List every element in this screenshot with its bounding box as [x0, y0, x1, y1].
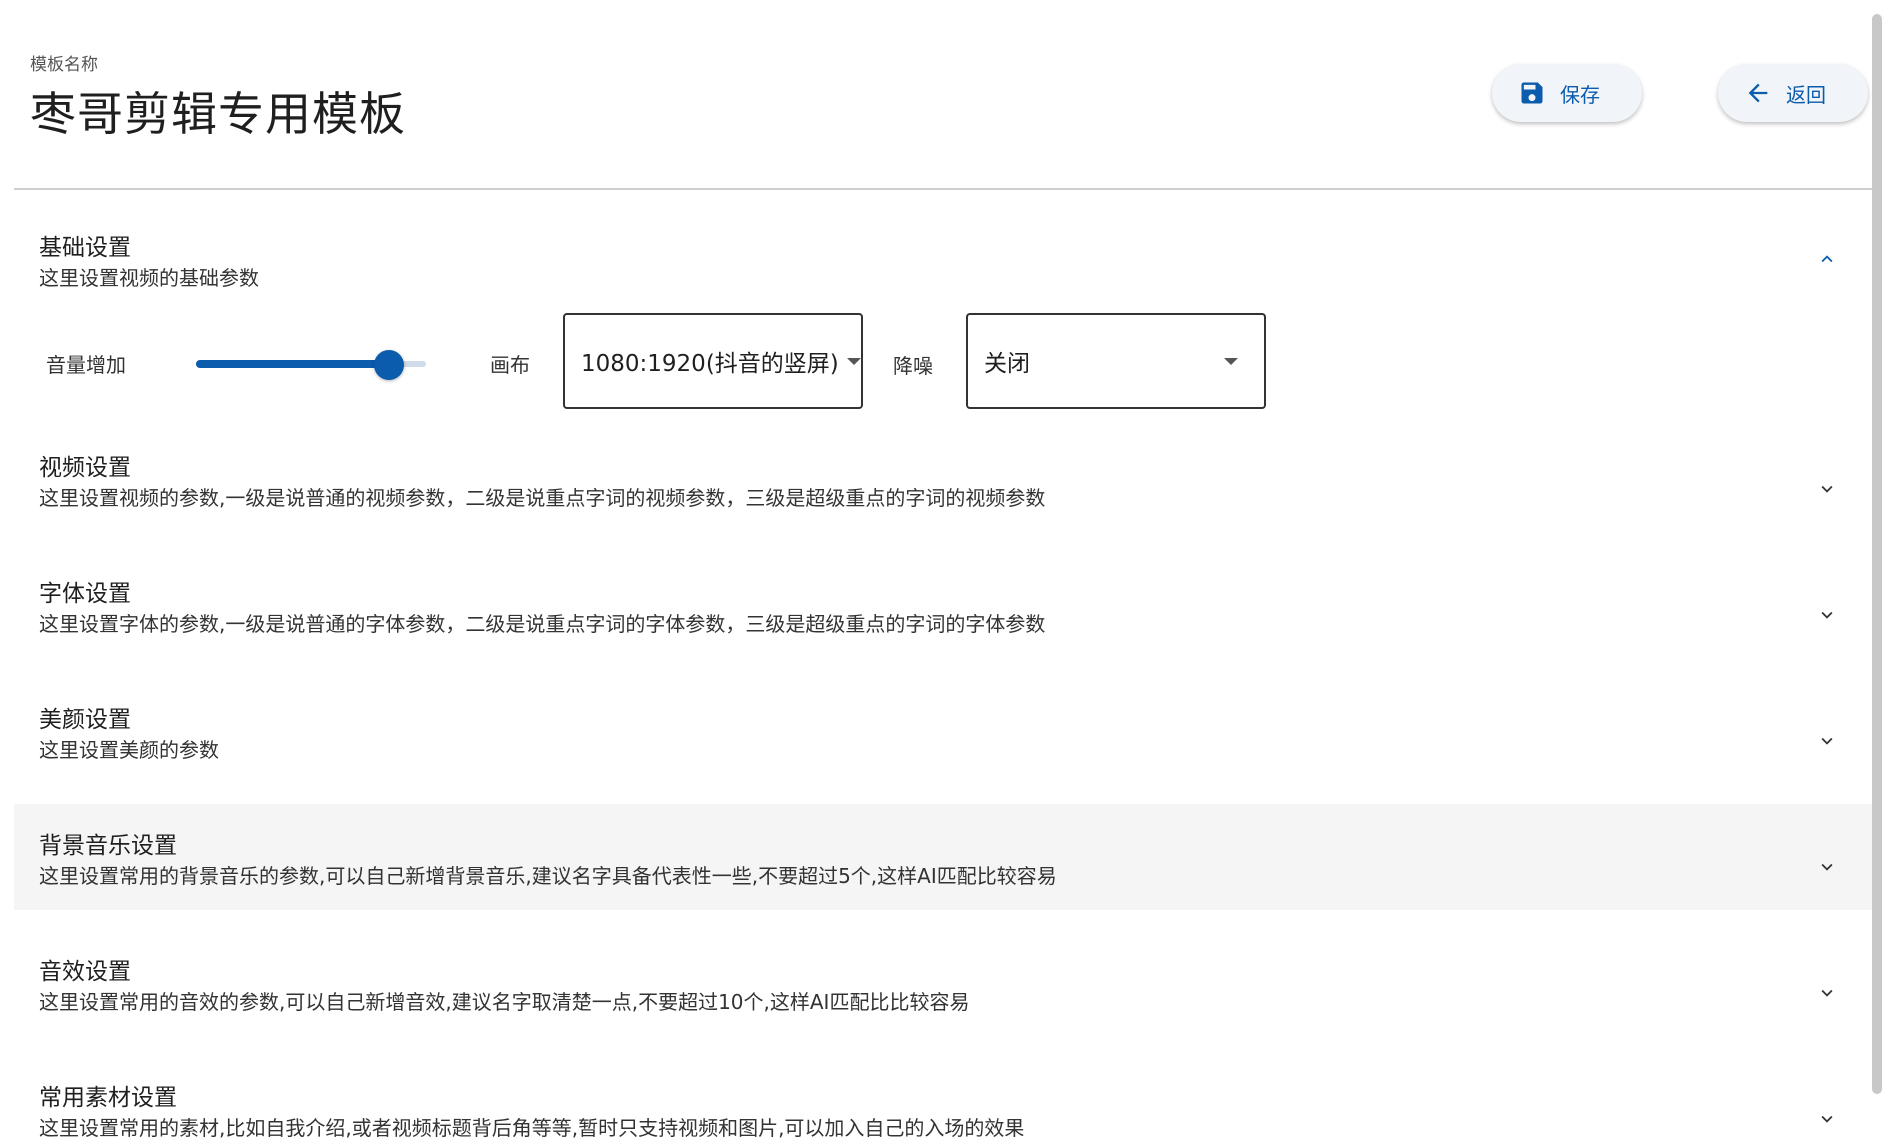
chevron-down-icon[interactable]: [1816, 730, 1838, 752]
denoise-select[interactable]: 关闭: [966, 313, 1266, 409]
bgm-settings-panel[interactable]: 背景音乐设置 这里设置常用的背景音乐的参数,可以自己新增背景音乐,建议名字具备代…: [14, 804, 1878, 910]
beauty-settings-panel[interactable]: 美颜设置 这里设置美颜的参数: [14, 692, 1878, 802]
canvas-select-value: 1080:1920(抖音的竖屏): [581, 351, 839, 377]
bgm-settings-desc: 这里设置常用的背景音乐的参数,可以自己新增背景音乐,建议名字具备代表性一些,不要…: [39, 864, 1057, 888]
chevron-down-icon[interactable]: [1816, 604, 1838, 626]
chevron-down-icon[interactable]: [1816, 1108, 1838, 1130]
video-settings-desc: 这里设置视频的参数,一级是说普通的视频参数，二级是说重点字词的视频参数，三级是超…: [39, 486, 1046, 510]
denoise-label: 降噪: [893, 354, 933, 378]
chevron-down-icon: [847, 358, 861, 365]
chevron-down-icon[interactable]: [1816, 856, 1838, 878]
volume-slider-thumb[interactable]: [374, 350, 405, 380]
sfx-settings-panel[interactable]: 音效设置 这里设置常用的音效的参数,可以自己新增音效,建议名字取清楚一点,不要超…: [14, 944, 1878, 1054]
chevron-down-icon[interactable]: [1816, 478, 1838, 500]
basic-settings-desc: 这里设置视频的基础参数: [39, 266, 259, 290]
video-settings-panel[interactable]: 视频设置 这里设置视频的参数,一级是说普通的视频参数，二级是说重点字词的视频参数…: [14, 440, 1878, 550]
sfx-settings-desc: 这里设置常用的音效的参数,可以自己新增音效,建议名字取清楚一点,不要超过10个,…: [39, 990, 970, 1014]
back-button-label: 返回: [1786, 82, 1826, 107]
volume-slider[interactable]: [196, 350, 426, 380]
header-divider: [14, 188, 1882, 190]
basic-settings-panel: 基础设置 这里设置视频的基础参数: [14, 212, 1878, 422]
sfx-settings-title: 音效设置: [39, 959, 131, 985]
template-name-label: 模板名称: [30, 55, 98, 75]
chevron-up-icon[interactable]: [1816, 248, 1838, 270]
back-button[interactable]: 返回: [1718, 64, 1868, 122]
material-settings-panel[interactable]: 常用素材设置 这里设置常用的素材,比如自我介绍,或者视频标题背后角等等,暂时只支…: [14, 1070, 1878, 1143]
page-header: 模板名称 枣哥剪辑专用模板 保存 返回: [0, 0, 1897, 189]
font-settings-desc: 这里设置字体的参数,一级是说普通的字体参数，二级是说重点字词的字体参数，三级是超…: [39, 612, 1046, 636]
beauty-settings-desc: 这里设置美颜的参数: [39, 738, 219, 762]
video-settings-title: 视频设置: [39, 455, 131, 481]
save-button-label: 保存: [1560, 82, 1600, 107]
material-settings-title: 常用素材设置: [39, 1085, 177, 1111]
volume-slider-fill: [196, 360, 390, 368]
template-title[interactable]: 枣哥剪辑专用模板: [30, 78, 406, 144]
material-settings-desc: 这里设置常用的素材,比如自我介绍,或者视频标题背后角等等,暂时只支持视频和图片,…: [39, 1116, 1025, 1140]
save-button[interactable]: 保存: [1492, 64, 1642, 122]
font-settings-panel[interactable]: 字体设置 这里设置字体的参数,一级是说普通的字体参数，二级是说重点字词的字体参数…: [14, 566, 1878, 676]
volume-label: 音量增加: [46, 353, 126, 377]
chevron-down-icon[interactable]: [1816, 982, 1838, 1004]
beauty-settings-title: 美颜设置: [39, 707, 131, 733]
basic-settings-title[interactable]: 基础设置: [39, 228, 131, 262]
canvas-label: 画布: [490, 353, 530, 377]
denoise-select-value: 关闭: [984, 351, 1030, 377]
chevron-down-icon: [1224, 358, 1238, 365]
floppy-disk-icon: [1518, 79, 1546, 107]
vertical-scrollbar[interactable]: [1872, 14, 1882, 1094]
bgm-settings-title: 背景音乐设置: [39, 833, 177, 859]
canvas-select[interactable]: 1080:1920(抖音的竖屏): [563, 313, 863, 409]
font-settings-title: 字体设置: [39, 581, 131, 607]
arrow-left-icon: [1744, 79, 1772, 107]
